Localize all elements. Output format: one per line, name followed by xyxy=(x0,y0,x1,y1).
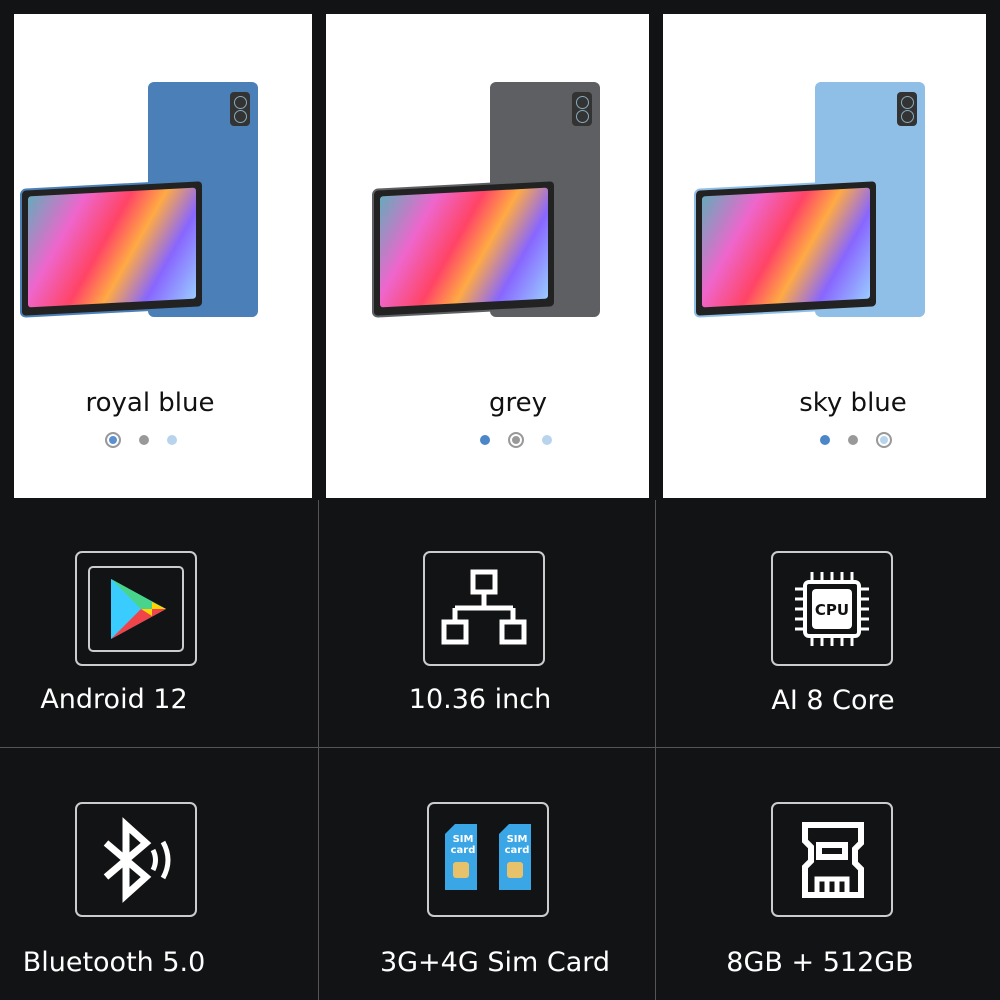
sim-card-icon: SIM card SIM card xyxy=(427,802,549,917)
svg-text:SIM: SIM xyxy=(507,834,528,845)
divider xyxy=(0,747,1000,748)
bluetooth-icon xyxy=(75,802,197,917)
color-selector xyxy=(105,432,177,448)
color-dot[interactable] xyxy=(848,435,858,445)
tablet-screen-image xyxy=(694,179,878,318)
svg-text:CPU: CPU xyxy=(815,601,849,619)
cpu-icon: CPU xyxy=(771,551,893,666)
color-label: royal blue xyxy=(85,388,215,418)
play-store-icon xyxy=(75,551,197,666)
feature-label: Android 12 xyxy=(40,684,188,715)
tablet-screen-image xyxy=(372,179,556,318)
feature-label: Bluetooth 5.0 xyxy=(22,947,206,978)
feature-label: 3G+4G Sim Card xyxy=(379,947,611,978)
svg-text:card: card xyxy=(451,845,476,856)
color-dot[interactable] xyxy=(542,435,552,445)
feature-label: 8GB + 512GB xyxy=(726,947,914,978)
color-dot[interactable] xyxy=(139,435,149,445)
network-icon xyxy=(423,551,545,666)
color-dot[interactable] xyxy=(105,432,121,448)
camera-icon xyxy=(897,92,917,126)
camera-icon xyxy=(572,92,592,126)
color-selector xyxy=(820,432,892,448)
memory-card-icon xyxy=(771,802,893,917)
color-dot[interactable] xyxy=(508,432,524,448)
feature-label: 10.36 inch xyxy=(408,684,552,715)
svg-text:card: card xyxy=(505,845,530,856)
color-dot[interactable] xyxy=(480,435,490,445)
color-dot[interactable] xyxy=(820,435,830,445)
svg-text:SIM: SIM xyxy=(453,834,474,845)
color-dot[interactable] xyxy=(876,432,892,448)
tablet-screen-image xyxy=(20,179,204,318)
camera-icon xyxy=(230,92,250,126)
divider xyxy=(655,500,656,1000)
color-label: sky blue xyxy=(799,388,907,418)
color-label: grey xyxy=(488,388,547,418)
divider xyxy=(318,500,319,1000)
color-selector xyxy=(480,432,552,448)
color-dot[interactable] xyxy=(167,435,177,445)
feature-label: AI 8 Core xyxy=(771,685,895,716)
